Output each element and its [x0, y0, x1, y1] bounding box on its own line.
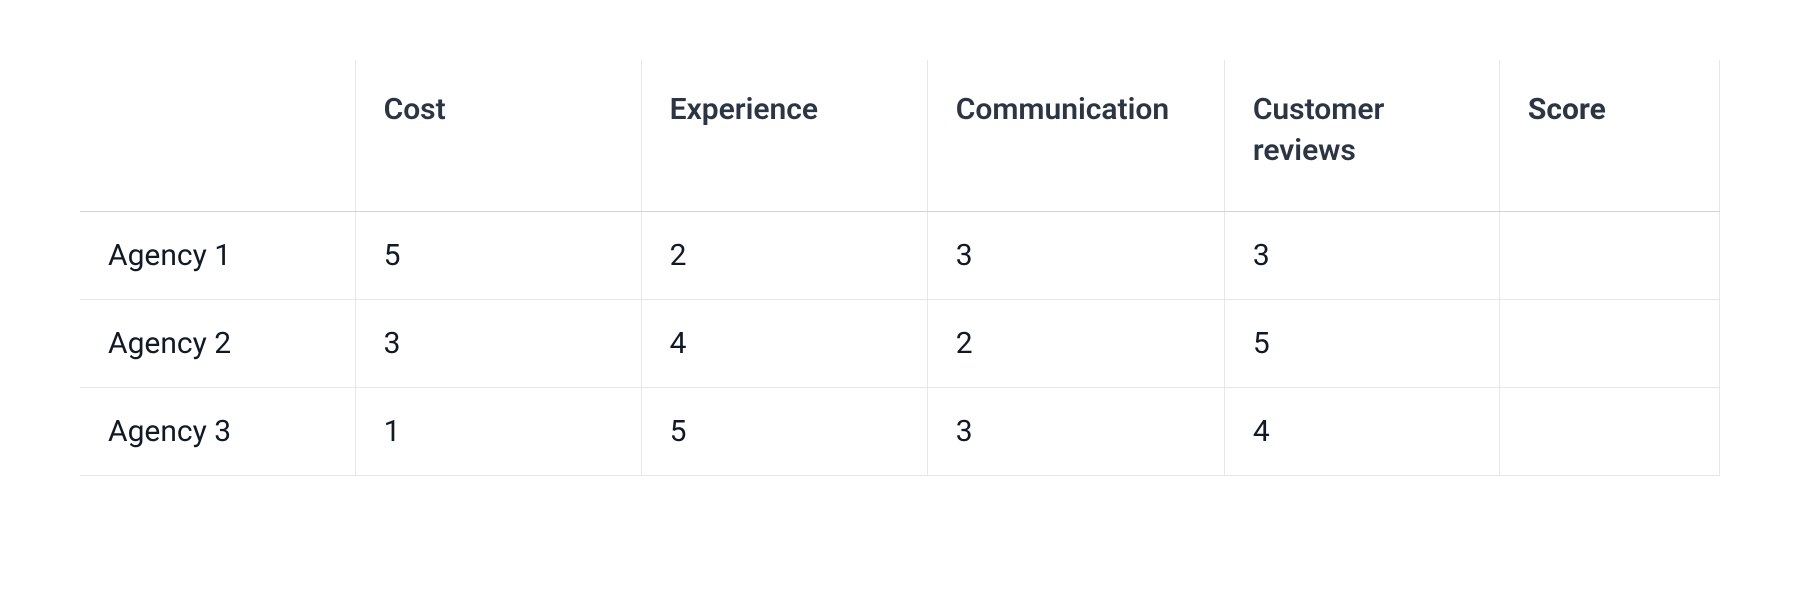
header-score: Score [1499, 60, 1719, 212]
table-container: Cost Experience Communication Customer r… [0, 0, 1800, 476]
header-reviews: Customer reviews [1224, 60, 1499, 212]
header-experience: Experience [641, 60, 927, 212]
comparison-table: Cost Experience Communication Customer r… [80, 60, 1720, 476]
table-row: Agency 1 5 2 3 3 [80, 212, 1720, 300]
header-blank [80, 60, 355, 212]
header-communication: Communication [927, 60, 1224, 212]
table-row: Agency 2 3 4 2 5 [80, 300, 1720, 388]
cell-experience: 4 [641, 300, 927, 388]
row-label: Agency 2 [80, 300, 355, 388]
row-label: Agency 1 [80, 212, 355, 300]
cell-cost: 5 [355, 212, 641, 300]
table-header: Cost Experience Communication Customer r… [80, 60, 1720, 212]
cell-communication: 2 [927, 300, 1224, 388]
row-label: Agency 3 [80, 388, 355, 476]
cell-score [1499, 212, 1719, 300]
cell-score [1499, 300, 1719, 388]
cell-score [1499, 388, 1719, 476]
table-row: Agency 3 1 5 3 4 [80, 388, 1720, 476]
cell-reviews: 4 [1224, 388, 1499, 476]
cell-reviews: 5 [1224, 300, 1499, 388]
cell-cost: 3 [355, 300, 641, 388]
cell-communication: 3 [927, 212, 1224, 300]
table-header-row: Cost Experience Communication Customer r… [80, 60, 1720, 212]
header-cost: Cost [355, 60, 641, 212]
cell-experience: 5 [641, 388, 927, 476]
cell-communication: 3 [927, 388, 1224, 476]
cell-cost: 1 [355, 388, 641, 476]
table-body: Agency 1 5 2 3 3 Agency 2 3 4 2 5 Agency… [80, 212, 1720, 476]
cell-reviews: 3 [1224, 212, 1499, 300]
cell-experience: 2 [641, 212, 927, 300]
